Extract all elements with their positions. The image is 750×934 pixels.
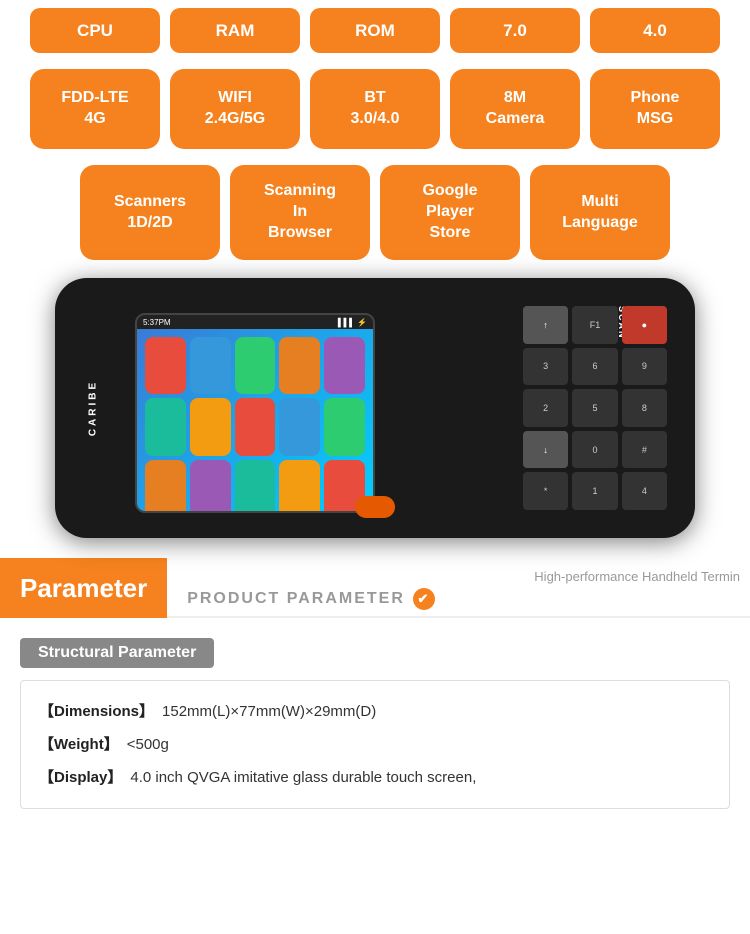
badge-bt: BT3.0/4.0 [310,69,440,149]
param-row-display: 【Display】 4.0 inch QVGA imitative glass … [39,761,711,794]
badge-rom: ROM [310,8,440,53]
app-icon-10 [324,398,365,455]
app-icon-8 [235,398,276,455]
badge-cpu: CPU [30,8,160,53]
key-9: 9 [622,348,667,386]
key-f1: F1 [572,306,617,344]
app-icon-9 [279,398,320,455]
badge-ram: RAM [170,8,300,53]
param-value-dimensions: 152mm(L)×77mm(W)×29mm(D) [162,695,376,728]
badge-wifi: WIFI2.4G/5G [170,69,300,149]
app-icon-1 [145,337,186,394]
device-screen: 5:37PM ▌▌▌ ⚡ [135,313,375,513]
param-title: Parameter [0,558,167,618]
key-5: 5 [572,389,617,427]
badge-display: 4.0 [590,8,720,53]
app-icon-14 [279,460,320,513]
structural-title: Structural Parameter [20,638,214,668]
param-header: Parameter High-performance Handheld Term… [0,558,750,618]
key-0: 0 [572,431,617,469]
key-8: 8 [622,389,667,427]
badge-scanners: Scanners1D/2D [80,165,220,260]
key-up: ↑ [523,306,568,344]
param-v-icon: ✔ [413,588,435,610]
param-row-weight: 【Weight】 <500g [39,728,711,761]
app-icon-3 [235,337,276,394]
key-3: 3 [523,348,568,386]
param-value-weight: <500g [127,728,169,761]
device-keypad: ↑ F1 ● 3 6 9 2 5 8 ↓ 0 # * 1 4 [515,298,675,518]
badge-multi-lang: MultiLanguage [530,165,670,260]
top-badges-row: CPU RAM ROM 7.0 4.0 [0,0,750,61]
key-hash: # [622,431,667,469]
badge-android: 7.0 [450,8,580,53]
product-param-text: PRODUCT PARAMETER [187,590,405,608]
app-icon-4 [279,337,320,394]
device-image: CARIBE 5:37PM ▌▌▌ ⚡ [55,278,695,538]
param-subtitle-area: High-performance Handheld Termin PRODUCT… [167,558,750,618]
app-icon-7 [190,398,231,455]
brand-label: CARIBE [88,380,99,436]
badge-scanning-browser: ScanningInBrowser [230,165,370,260]
app-icon-5 [324,337,365,394]
key-6: 6 [572,348,617,386]
row3-badges: Scanners1D/2D ScanningInBrowser GooglePl… [0,157,750,268]
badge-camera: 8MCamera [450,69,580,149]
app-grid [137,329,373,513]
high-perf-text: High-performance Handheld Termin [187,569,750,584]
app-icon-11 [145,460,186,513]
badge-phone: PhoneMSG [590,69,720,149]
key-red: ● [622,306,667,344]
badge-fdd-lte: FDD-LTE4G [30,69,160,149]
key-star: * [523,472,568,510]
orange-trigger-button[interactable] [355,496,395,518]
app-icon-2 [190,337,231,394]
structural-section: Structural Parameter 【Dimensions】 152mm(… [20,638,730,809]
param-section: Parameter High-performance Handheld Term… [0,558,750,809]
param-table: 【Dimensions】 152mm(L)×77mm(W)×29mm(D) 【W… [20,680,730,809]
key-1: 1 [572,472,617,510]
row2-badges: FDD-LTE4G WIFI2.4G/5G BT3.0/4.0 8MCamera… [0,61,750,157]
param-value-display: 4.0 inch QVGA imitative glass durable to… [130,761,476,794]
app-icon-13 [235,460,276,513]
param-key-dimensions: 【Dimensions】 [39,695,154,728]
key-down: ↓ [523,431,568,469]
app-icon-6 [145,398,186,455]
device-section: CARIBE 5:37PM ▌▌▌ ⚡ [0,268,750,558]
key-4: 4 [622,472,667,510]
product-param-label: PRODUCT PARAMETER ✔ [187,588,750,610]
param-row-dimensions: 【Dimensions】 152mm(L)×77mm(W)×29mm(D) [39,695,711,728]
app-icon-12 [190,460,231,513]
param-key-weight: 【Weight】 [39,728,119,761]
key-2: 2 [523,389,568,427]
param-key-display: 【Display】 [39,761,122,794]
badge-google-player: GooglePlayerStore [380,165,520,260]
